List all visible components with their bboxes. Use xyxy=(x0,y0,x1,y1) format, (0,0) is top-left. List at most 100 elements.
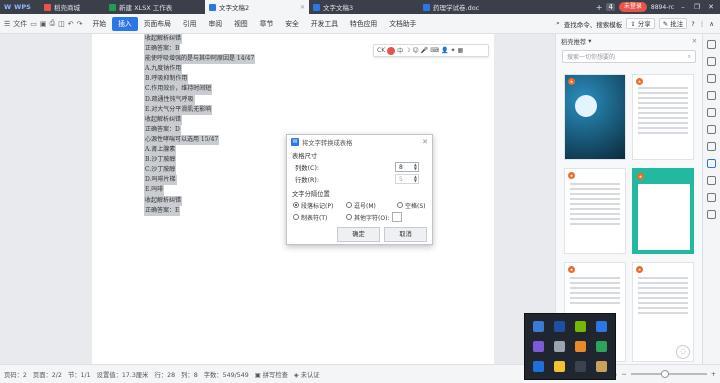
command-search[interactable]: 查找命令、搜索模板 xyxy=(564,19,623,29)
user-icon[interactable]: 👤 xyxy=(441,47,448,54)
speaker-icon[interactable] xyxy=(575,360,586,372)
shield-tray-icon[interactable] xyxy=(554,360,565,372)
chat-bubble-icon[interactable]: ◌ xyxy=(676,345,690,359)
document-line[interactable]: E.对大气分平滑肌无影响 xyxy=(144,104,344,115)
maximize-icon[interactable]: ❐ xyxy=(692,3,702,11)
menu-layout[interactable]: 页面布局 xyxy=(138,17,177,31)
other-char-input[interactable] xyxy=(392,212,403,222)
document-line[interactable]: D.疏通性钝气呼吸 xyxy=(144,94,344,105)
login-button[interactable]: 未登录 xyxy=(618,2,647,12)
hamburger-icon[interactable]: ☰ xyxy=(4,20,10,28)
style-icon[interactable] xyxy=(707,57,716,66)
template-thumbnail[interactable]: ★ xyxy=(564,168,626,254)
more-icon[interactable]: ⋮ xyxy=(699,20,706,28)
template-icon[interactable] xyxy=(707,159,716,168)
menu-references[interactable]: 引用 xyxy=(177,17,203,31)
menu-assistant[interactable]: 文档助手 xyxy=(383,17,422,31)
dropdown-icon[interactable]: ▾ xyxy=(588,38,591,45)
tab-count-badge[interactable]: 4 xyxy=(606,3,615,11)
nvidia-icon[interactable] xyxy=(575,321,586,333)
option-tab[interactable]: 制表符(T) xyxy=(293,213,345,222)
ruler-icon[interactable] xyxy=(707,125,716,134)
tab-doc2[interactable]: 文字文稿2 ✕ xyxy=(205,0,309,14)
security-tray-icon[interactable] xyxy=(596,340,607,352)
chinese-mode-icon[interactable]: 中 xyxy=(397,46,403,55)
option-paragraph[interactable]: 段落标记(P) xyxy=(293,201,345,210)
menu-developer[interactable]: 开发工具 xyxy=(305,17,344,31)
image-icon[interactable] xyxy=(707,176,716,185)
panel-close-icon[interactable]: ✕ xyxy=(692,38,697,45)
tab-shop[interactable]: 稻壳商城 xyxy=(40,0,105,14)
search-icon[interactable]: ⌕ xyxy=(556,19,560,28)
display-icon[interactable] xyxy=(554,340,565,352)
template-thumbnail[interactable]: ★ xyxy=(564,74,626,160)
menu-review[interactable]: 审阅 xyxy=(202,17,228,31)
new-tab-icon[interactable]: + xyxy=(596,3,603,12)
radio-icon[interactable] xyxy=(346,214,352,220)
sougou-icon[interactable] xyxy=(387,46,396,55)
document-line[interactable]: 收起解析纠错 xyxy=(144,34,344,45)
template-thumbnail-selected[interactable]: ★ xyxy=(632,168,694,254)
document-line[interactable]: 正确答案：B xyxy=(144,44,344,55)
cloud-icon[interactable] xyxy=(533,360,544,372)
network-icon[interactable] xyxy=(533,321,544,333)
menu-insert[interactable]: 插入 xyxy=(112,16,138,31)
spell-check-toggle[interactable]: ▣ 拼写检查 xyxy=(255,370,288,379)
close-tab-icon[interactable]: ✕ xyxy=(300,4,305,11)
share-button[interactable]: ⇪ 分享 xyxy=(626,18,655,29)
comment-button[interactable]: ✎ 批注 xyxy=(658,18,688,29)
option-comma[interactable]: 逗号(M) xyxy=(346,201,396,210)
save-icon[interactable]: ▣ xyxy=(40,20,47,28)
wps-tray-icon[interactable] xyxy=(596,321,607,333)
cols-spinner[interactable]: 8 ▲ ▼ xyxy=(395,162,419,172)
skin-icon[interactable]: ✦ xyxy=(450,47,455,54)
keyboard-icon[interactable]: ⌨ xyxy=(430,47,439,54)
zoom-out-icon[interactable]: − xyxy=(621,371,626,378)
menu-security[interactable]: 安全 xyxy=(279,17,305,31)
crop-icon[interactable] xyxy=(707,108,716,117)
menu-view[interactable]: 视图 xyxy=(228,17,254,31)
template-search-input[interactable]: 搜索一切你想要的 ⌕ xyxy=(562,50,696,63)
close-window-icon[interactable]: ✕ xyxy=(706,3,716,11)
ok-button[interactable]: 确定 xyxy=(337,227,380,242)
spinner-arrows-icon[interactable]: ▲ ▼ xyxy=(414,163,417,171)
wps-menu-button[interactable]: W WPS xyxy=(0,0,40,14)
certification-status[interactable]: ◈ 未认证 xyxy=(294,370,320,379)
search-icon[interactable]: ⌕ xyxy=(688,53,691,61)
bluetooth-icon[interactable] xyxy=(554,321,565,333)
tab-xlsx[interactable]: 新建 XLSX 工作表 xyxy=(105,0,205,14)
preview-icon[interactable]: ◫ xyxy=(58,20,65,28)
zoom-knob[interactable] xyxy=(660,370,669,378)
edit-icon[interactable] xyxy=(707,91,716,100)
word-count[interactable]: 字数：549/549 xyxy=(204,370,249,379)
select-icon[interactable] xyxy=(707,40,716,49)
menu-features[interactable]: 特色应用 xyxy=(344,17,383,31)
minimize-icon[interactable]: – xyxy=(678,3,688,11)
emoji-icon[interactable]: ☺ xyxy=(413,47,419,54)
document-line[interactable]: C.作用效价，维持时间短 xyxy=(144,84,344,95)
backup-icon[interactable] xyxy=(707,210,716,219)
option-space[interactable]: 空格(S) xyxy=(397,201,426,210)
document-line[interactable]: B.呼吸抑制作用 xyxy=(144,74,344,85)
radio-selected-icon[interactable] xyxy=(293,202,299,208)
collapse-icon[interactable]: ∧ xyxy=(709,20,714,28)
zoom-slider[interactable] xyxy=(630,370,707,378)
redo-icon[interactable]: ↷ xyxy=(77,20,83,28)
radio-icon[interactable] xyxy=(397,202,403,208)
dialog-close-icon[interactable]: ✕ xyxy=(422,138,428,146)
open-icon[interactable]: ▭ xyxy=(30,20,37,28)
template-thumbnail[interactable]: ★ xyxy=(632,74,694,160)
radio-icon[interactable] xyxy=(346,202,352,208)
shape-icon[interactable] xyxy=(707,74,716,83)
tools-icon[interactable]: ▦ xyxy=(457,47,463,54)
voice-icon[interactable]: 🎤 xyxy=(421,47,428,54)
file-menu[interactable]: 文件 xyxy=(13,19,27,29)
zoom-in-icon[interactable]: + xyxy=(711,371,716,378)
radio-icon[interactable] xyxy=(293,214,299,220)
undo-icon[interactable]: ↶ xyxy=(68,20,74,28)
option-other[interactable]: 其他字符(O): xyxy=(346,213,389,222)
cancel-button[interactable]: 取消 xyxy=(384,227,427,242)
search-tray-icon[interactable] xyxy=(575,340,586,352)
punctuation-icon[interactable]: ☽ xyxy=(405,47,410,54)
gear-icon[interactable] xyxy=(707,142,716,151)
